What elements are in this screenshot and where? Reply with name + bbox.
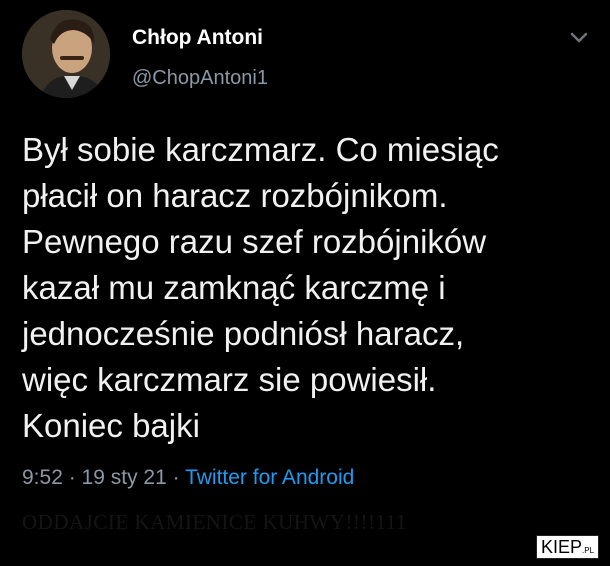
tweet-text-line: Koniec bajki xyxy=(22,407,200,444)
tweet-source-link[interactable]: Twitter for Android xyxy=(185,466,354,489)
tweet-text-line: kazał mu zamknąć karczmę i xyxy=(22,269,446,306)
tweet-text-line: Pewnego razu szef rozbójników xyxy=(22,223,487,260)
tweet-text: Był sobie karczmarz. Co miesiąc płacił o… xyxy=(22,127,592,449)
tweet-time[interactable]: 9:52 xyxy=(22,466,63,489)
more-options-button[interactable] xyxy=(566,26,592,48)
kiep-watermark: KIEP.PL xyxy=(536,535,600,559)
display-name[interactable]: Chłop Antoni xyxy=(132,26,263,50)
tweet-text-line: Był sobie karczmarz. Co miesiąc xyxy=(22,131,499,168)
watermark-main: KIEP xyxy=(541,537,583,557)
chevron-down-icon xyxy=(570,32,588,43)
profile-photo-icon xyxy=(22,10,110,98)
meta-separator: · xyxy=(166,466,186,489)
tweet-text-line: więc karczmarz sie powiesił. xyxy=(22,361,437,398)
meta-separator: · xyxy=(62,466,82,489)
tweet-date[interactable]: 19 sty 21 xyxy=(82,466,167,489)
watermark-suffix: .PL xyxy=(582,546,595,555)
overlay-caption: ODDAJCIE KAMIENICE KUHWY!!!!111 xyxy=(22,510,407,534)
user-handle[interactable]: @ChopAntoni1 xyxy=(132,67,268,90)
tweet-text-line: płacił on haracz rozbójnikom. xyxy=(22,177,448,214)
tweet-text-line: jednocześnie podniósł haracz, xyxy=(22,315,465,352)
tweet-metadata: 9:52 · 19 sty 21 · Twitter for Android xyxy=(22,466,354,490)
avatar[interactable] xyxy=(22,10,110,98)
